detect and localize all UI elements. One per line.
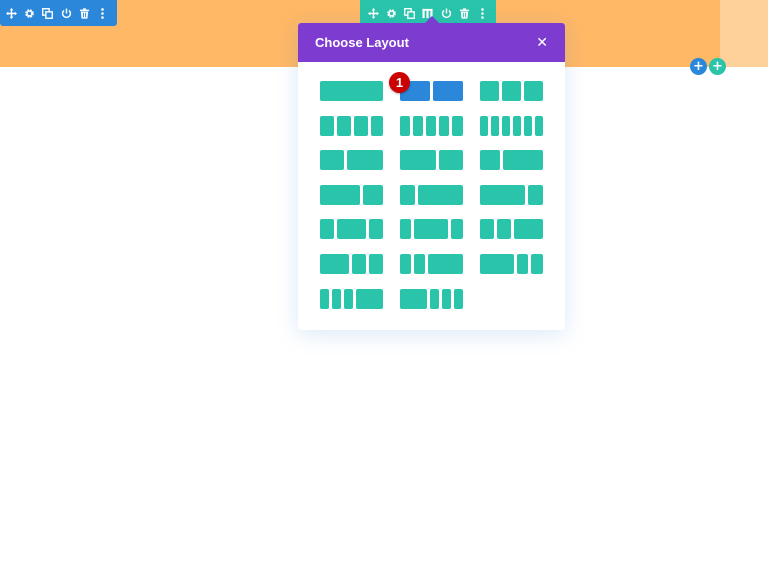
power-icon[interactable] <box>61 6 72 21</box>
layout-option[interactable] <box>400 289 463 309</box>
layout-column <box>513 116 521 136</box>
layout-option[interactable] <box>400 116 463 136</box>
layout-option[interactable] <box>480 219 543 239</box>
layout-column <box>320 116 334 136</box>
layout-column <box>347 150 383 170</box>
layout-column <box>480 81 499 101</box>
layout-option[interactable] <box>320 116 383 136</box>
layout-option[interactable] <box>400 150 463 170</box>
layout-column <box>344 289 353 309</box>
layout-option[interactable] <box>480 150 543 170</box>
layout-column <box>428 254 463 274</box>
layout-column <box>480 219 494 239</box>
modal-pointer <box>425 16 439 23</box>
more-icon[interactable] <box>476 6 490 21</box>
add-row-button[interactable]: + <box>690 58 707 75</box>
layout-column <box>337 219 366 239</box>
layout-column <box>480 150 500 170</box>
layout-column <box>400 289 427 309</box>
gear-icon[interactable] <box>24 6 35 21</box>
layout-column <box>369 254 383 274</box>
duplicate-icon[interactable] <box>42 6 54 21</box>
power-icon[interactable] <box>439 6 453 21</box>
layout-column <box>400 219 411 239</box>
layout-column <box>426 116 436 136</box>
layout-option[interactable] <box>320 289 383 309</box>
layout-column <box>514 219 543 239</box>
layout-column <box>354 116 368 136</box>
layout-column <box>320 81 383 101</box>
layout-column <box>320 185 360 205</box>
layout-column <box>430 289 439 309</box>
layout-column <box>352 254 366 274</box>
layout-option[interactable] <box>480 185 543 205</box>
layout-column <box>369 219 383 239</box>
move-icon[interactable] <box>6 6 18 21</box>
trash-icon[interactable] <box>79 6 90 21</box>
layout-option[interactable] <box>320 254 383 274</box>
layout-column <box>442 289 451 309</box>
layout-option[interactable] <box>480 116 543 136</box>
more-icon[interactable] <box>97 6 108 21</box>
layout-column <box>414 254 425 274</box>
layout-column <box>400 150 436 170</box>
layout-option[interactable] <box>320 219 383 239</box>
layout-column <box>531 254 543 274</box>
layout-column <box>502 116 510 136</box>
layout-option[interactable] <box>320 150 383 170</box>
layout-column <box>371 116 383 136</box>
layout-column <box>452 116 463 136</box>
layout-column <box>517 254 528 274</box>
layout-column <box>502 81 521 101</box>
layout-column <box>480 116 488 136</box>
layout-column <box>535 116 543 136</box>
layout-grid <box>298 23 565 330</box>
layout-column <box>451 219 463 239</box>
layout-column <box>413 116 423 136</box>
layout-column <box>439 150 463 170</box>
layout-option[interactable] <box>400 254 463 274</box>
trash-icon[interactable] <box>457 6 471 21</box>
layout-column <box>480 254 514 274</box>
layout-column <box>320 150 344 170</box>
layout-column <box>337 116 351 136</box>
layout-column <box>320 254 349 274</box>
gear-icon[interactable] <box>384 6 398 21</box>
layout-option[interactable] <box>400 185 463 205</box>
duplicate-icon[interactable] <box>403 6 417 21</box>
layout-option[interactable] <box>320 81 383 101</box>
layout-column <box>503 150 543 170</box>
layout-column <box>418 185 463 205</box>
layout-column <box>356 289 383 309</box>
layout-column <box>528 185 543 205</box>
layout-option[interactable] <box>480 81 543 101</box>
layout-column <box>400 116 410 136</box>
layout-option[interactable] <box>320 185 383 205</box>
layout-column <box>480 185 525 205</box>
layout-option[interactable] <box>480 254 543 274</box>
layout-column <box>414 219 448 239</box>
layout-column <box>524 116 532 136</box>
layout-column <box>400 254 411 274</box>
layout-column <box>320 219 334 239</box>
layout-column <box>320 289 329 309</box>
layout-column <box>524 81 543 101</box>
choose-layout-modal: Choose Layout ✕ <box>298 23 565 330</box>
section-background-right <box>720 0 768 67</box>
layout-column <box>363 185 383 205</box>
layout-column <box>454 289 463 309</box>
row-toolbar <box>0 0 117 26</box>
layout-column <box>400 185 415 205</box>
layout-column <box>491 116 499 136</box>
layout-column <box>332 289 341 309</box>
layout-column <box>439 116 449 136</box>
layout-option[interactable] <box>400 219 463 239</box>
layout-column <box>433 81 463 101</box>
add-section-button[interactable]: + <box>709 58 726 75</box>
step-badge: 1 <box>389 72 410 93</box>
move-icon[interactable] <box>366 6 380 21</box>
layout-column <box>497 219 511 239</box>
